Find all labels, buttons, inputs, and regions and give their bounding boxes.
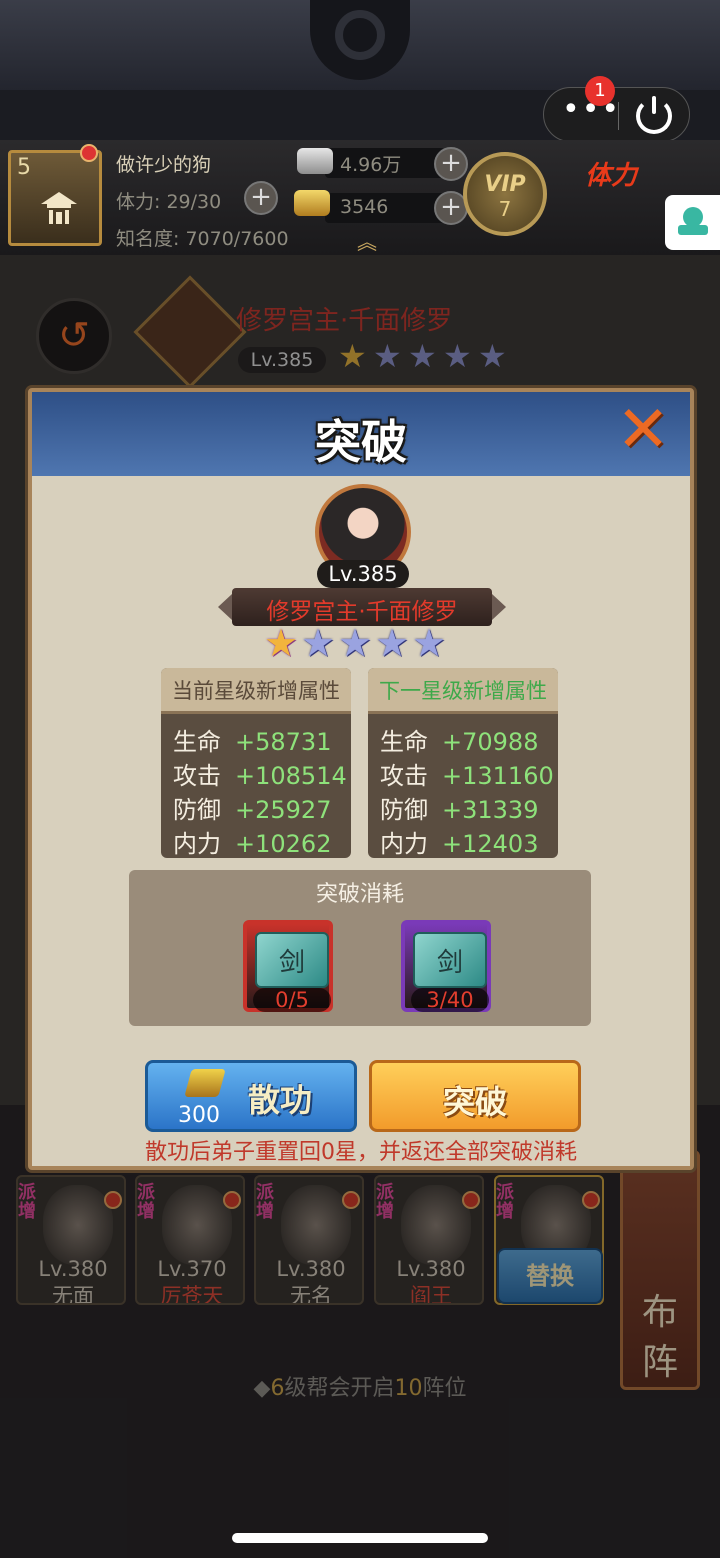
next-attr-header: 下一星级新增属性 <box>368 668 558 714</box>
disperse-warning: 散功后弟子重置回0星，并返还全部突破消耗 <box>145 1140 577 1165</box>
attr-key: 攻击 <box>173 762 221 790</box>
hero-level: Lv.385 <box>317 560 409 588</box>
attr-key: 内力 <box>380 830 428 858</box>
home-indicator <box>232 1533 488 1543</box>
gold-ingot-icon <box>294 190 330 216</box>
scroll-glyph: 剑 <box>278 948 305 978</box>
attr-value: +31339 <box>442 796 539 824</box>
roof-ornament-ring <box>335 10 385 60</box>
chevron-up-icon[interactable]: ︽ <box>350 232 384 252</box>
disperse-cost: 300 <box>178 1103 220 1128</box>
star-icon: ★ <box>374 621 410 665</box>
breakthrough-dialog: 突破 ✕ Lv.385 修罗宫主·千面修罗 ★ ★ ★ ★ ★ 当前星级新增属性 生命 +… <box>28 388 694 1170</box>
notification-badge: 1 <box>585 76 615 106</box>
joystick-icon <box>683 207 703 227</box>
attr-row: 攻击 +108514 <box>173 756 348 790</box>
add-stamina-button[interactable]: + <box>244 181 278 215</box>
power-icon-line <box>652 96 656 114</box>
fame-text: 知名度: 7070/7600 <box>116 228 289 250</box>
current-attr-header: 当前星级新增属性 <box>161 668 351 714</box>
cost-item-scroll-purple[interactable]: 剑 3/40 <box>401 920 491 1012</box>
attr-key: 生命 <box>173 728 221 756</box>
silver-value: 4.96万 <box>340 154 402 176</box>
attr-value: +12403 <box>442 830 539 858</box>
attr-key: 防御 <box>380 796 428 824</box>
attr-row: 防御 +31339 <box>380 790 555 824</box>
attr-key: 攻击 <box>380 762 428 790</box>
vip-label: VIP <box>484 172 526 197</box>
attr-value: +25927 <box>235 796 332 824</box>
dialog-title: 突破 <box>315 415 407 469</box>
capsule-divider <box>618 102 619 130</box>
vip-badge[interactable]: VIP 7 <box>463 152 547 236</box>
disperse-label: 散功 <box>248 1081 313 1119</box>
player-avatar[interactable]: 5 <box>8 150 102 246</box>
roof-banner <box>0 0 720 90</box>
cost-count: 3/40 <box>411 988 489 1012</box>
miniprogram-capsule: ••• <box>543 87 690 142</box>
vip-level: 7 <box>498 197 512 221</box>
scroll-glyph: 剑 <box>436 948 463 978</box>
attr-row: 内力 +10262 <box>173 824 348 858</box>
player-name: 做许少的狗 <box>116 154 212 176</box>
breakthrough-cost-panel: 突破消耗 剑 0/5 剑 3/40 <box>129 870 591 1026</box>
pavilion-icon <box>41 192 77 224</box>
attr-row: 防御 +25927 <box>173 790 348 824</box>
attr-row: 生命 +58731 <box>173 722 348 756</box>
attr-value: +58731 <box>235 728 332 756</box>
attr-row: 内力 +12403 <box>380 824 555 858</box>
avatar-red-dot <box>80 144 98 162</box>
silver-icon <box>297 148 333 174</box>
star-rating: ★ ★ ★ ★ ★ <box>262 624 462 664</box>
breakthrough-button[interactable]: 突破 <box>369 1060 581 1132</box>
star-icon: ★ <box>300 621 336 665</box>
plate-arrow-left <box>218 594 232 620</box>
attr-row: 攻击 +131160 <box>380 756 555 790</box>
joystick-base <box>678 225 708 235</box>
floating-helper-icon[interactable] <box>665 195 720 250</box>
attr-key: 防御 <box>173 796 221 824</box>
attr-value: +10262 <box>235 830 332 858</box>
close-icon[interactable]: ✕ <box>607 398 679 470</box>
attr-row: 生命 +70988 <box>380 722 555 756</box>
star-icon: ★ <box>337 621 373 665</box>
star-icon: ★ <box>411 621 447 665</box>
dialog-header: 突破 ✕ <box>32 392 690 476</box>
cost-title: 突破消耗 <box>315 882 404 907</box>
disperse-skill-button[interactable]: 300 散功 <box>145 1060 357 1132</box>
attr-key: 内力 <box>173 830 221 858</box>
stamina-banner[interactable]: 体力 <box>585 155 675 235</box>
attr-value: +70988 <box>442 728 539 756</box>
cost-item-scroll-red[interactable]: 剑 0/5 <box>243 920 333 1012</box>
attr-key: 生命 <box>380 728 428 756</box>
plate-arrow-right <box>492 594 506 620</box>
gold-value: 3546 <box>340 196 389 218</box>
current-star-attributes: 当前星级新增属性 生命 +58731 攻击 +108514 防御 +25927 内力 +… <box>161 668 351 858</box>
attr-value: +131160 <box>442 762 554 790</box>
player-level: 5 <box>17 155 31 180</box>
gold-ingot-icon <box>184 1069 226 1097</box>
star-icon: ★ <box>263 621 299 665</box>
next-star-attributes: 下一星级新增属性 生命 +70988 攻击 +131160 防御 +31339 内力 +… <box>368 668 558 858</box>
breakthrough-label: 突破 <box>442 1083 507 1121</box>
cost-count: 0/5 <box>253 988 331 1012</box>
attr-value: +108514 <box>235 762 347 790</box>
add-silver-button[interactable]: + <box>434 147 468 181</box>
stamina-text: 体力: 29/30 <box>116 191 222 213</box>
